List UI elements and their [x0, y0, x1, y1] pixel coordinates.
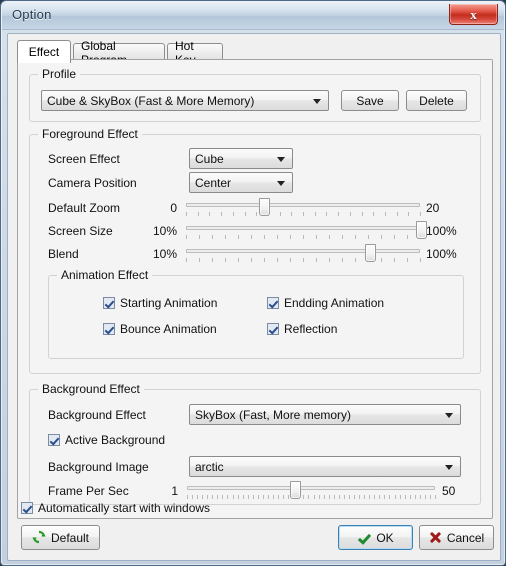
animation-effect-group: Animation Effect Starting Animation Endd… [48, 268, 464, 359]
close-button[interactable]: x [449, 4, 498, 25]
fps-min: 1 [171, 484, 178, 498]
refresh-icon [32, 530, 46, 546]
default-zoom-slider[interactable] [186, 197, 421, 219]
background-image-label: Background Image [48, 460, 149, 474]
checkbox-reflection-label: Reflection [284, 322, 338, 336]
camera-position-combo[interactable]: Center [189, 172, 293, 193]
foreground-effect-group-title: Foreground Effect [38, 127, 142, 141]
checkbox-starting-animation-label: Starting Animation [120, 296, 218, 310]
background-effect-combo[interactable]: SkyBox (Fast, More memory) [189, 404, 461, 425]
chevron-down-icon [445, 413, 453, 418]
blend-label: Blend [48, 247, 79, 261]
checkbox-bounce-animation-label: Bounce Animation [120, 322, 217, 336]
profile-group-title: Profile [38, 67, 81, 81]
delete-button-label: Delete [419, 93, 454, 108]
screen-size-slider[interactable] [186, 220, 427, 242]
checkbox-starting-animation[interactable]: Starting Animation [103, 296, 217, 310]
delete-button[interactable]: Delete [406, 90, 467, 111]
default-zoom-track [186, 203, 420, 207]
profile-group: Profile Cube & SkyBox (Fast & More Memor… [29, 67, 481, 122]
screen-size-max: 100% [426, 224, 457, 238]
tab-effect[interactable]: Effect [17, 40, 71, 63]
blend-max: 100% [426, 247, 457, 261]
default-zoom-label: Default Zoom [48, 201, 121, 215]
checkbox-autostart-label: Automatically start with windows [38, 501, 211, 515]
profile-combo-value: Cube & SkyBox (Fast & More Memory) [47, 94, 255, 108]
dialog-client-area: Effect Global Program Hot Key Profile Cu… [7, 33, 501, 561]
background-image-combo[interactable]: arctic [189, 456, 461, 477]
screen-size-label: Screen Size [48, 224, 113, 238]
fps-label: Frame Per Sec [48, 484, 129, 498]
default-zoom-thumb[interactable] [259, 198, 271, 216]
blend-track [186, 249, 420, 253]
checkbox-checked-icon [48, 434, 60, 446]
screen-size-ticks [186, 235, 421, 240]
screen-effect-label: Screen Effect [48, 152, 120, 166]
screen-effect-combo[interactable]: Cube [189, 148, 293, 169]
checkbox-endding-animation[interactable]: Endding Animation [267, 296, 384, 310]
fps-thumb[interactable] [289, 481, 301, 499]
fps-max: 50 [442, 484, 456, 498]
save-button[interactable]: Save [341, 90, 399, 111]
checkbox-checked-icon [103, 323, 115, 335]
fps-track [187, 486, 435, 490]
checkbox-checked-icon [267, 323, 279, 335]
background-image-value: arctic [195, 460, 224, 474]
title-bar: Option x [2, 2, 504, 30]
save-button-label: Save [356, 93, 384, 108]
cancel-button-label: Cancel [446, 530, 485, 545]
profile-combo[interactable]: Cube & SkyBox (Fast & More Memory) [41, 90, 329, 111]
background-effect-value: SkyBox (Fast, More memory) [195, 408, 352, 422]
checkmark-icon [357, 531, 371, 545]
default-button[interactable]: Default [21, 525, 100, 550]
background-effect-group-title: Background Effect [38, 382, 144, 396]
checkbox-endding-animation-label: Endding Animation [284, 296, 385, 310]
checkbox-checked-icon [21, 502, 33, 514]
checkbox-active-background[interactable]: Active Background [48, 433, 165, 447]
chevron-down-icon [313, 99, 321, 104]
checkbox-checked-icon [267, 297, 279, 309]
chevron-down-icon [277, 157, 285, 162]
default-zoom-ticks [186, 212, 421, 217]
background-effect-group: Background Effect Background Effect SkyB… [29, 382, 481, 505]
blend-slider[interactable] [186, 243, 421, 265]
camera-position-value: Center [195, 176, 232, 190]
checkbox-reflection[interactable]: Reflection [267, 322, 337, 336]
ok-button[interactable]: OK [338, 525, 413, 550]
screen-size-track [186, 226, 420, 230]
dialog-footer: Automatically start with windows Default… [8, 498, 500, 560]
blend-thumb[interactable] [364, 244, 376, 262]
tab-page-effect: Profile Cube & SkyBox (Fast & More Memor… [17, 59, 493, 519]
default-zoom-max: 20 [426, 201, 440, 215]
window-title: Option [12, 7, 52, 22]
screen-effect-value: Cube [195, 152, 224, 166]
chevron-down-icon [277, 181, 285, 186]
checkbox-autostart[interactable]: Automatically start with windows [21, 501, 210, 515]
blend-ticks [186, 258, 421, 263]
x-mark-icon [429, 531, 442, 544]
default-button-label: Default [50, 530, 90, 545]
background-effect-label: Background Effect [48, 408, 146, 422]
tab-effect-label: Effect [28, 45, 60, 59]
camera-position-label: Camera Position [48, 176, 137, 190]
checkbox-bounce-animation[interactable]: Bounce Animation [103, 322, 217, 336]
chevron-down-icon [445, 465, 453, 470]
checkbox-checked-icon [103, 297, 115, 309]
screen-size-min: 10% [152, 224, 177, 238]
ok-button-label: OK [376, 530, 394, 545]
option-dialog-window: Option x Effect Global Program Hot Key P… [0, 0, 506, 566]
default-zoom-min: 0 [170, 201, 177, 215]
cancel-button[interactable]: Cancel [419, 525, 494, 550]
close-x-icon: x [470, 6, 477, 22]
foreground-effect-group: Foreground Effect Screen Effect Cube Cam… [29, 127, 481, 374]
checkbox-active-background-label: Active Background [65, 433, 166, 447]
animation-effect-group-title: Animation Effect [57, 268, 153, 282]
blend-min: 10% [152, 247, 177, 261]
